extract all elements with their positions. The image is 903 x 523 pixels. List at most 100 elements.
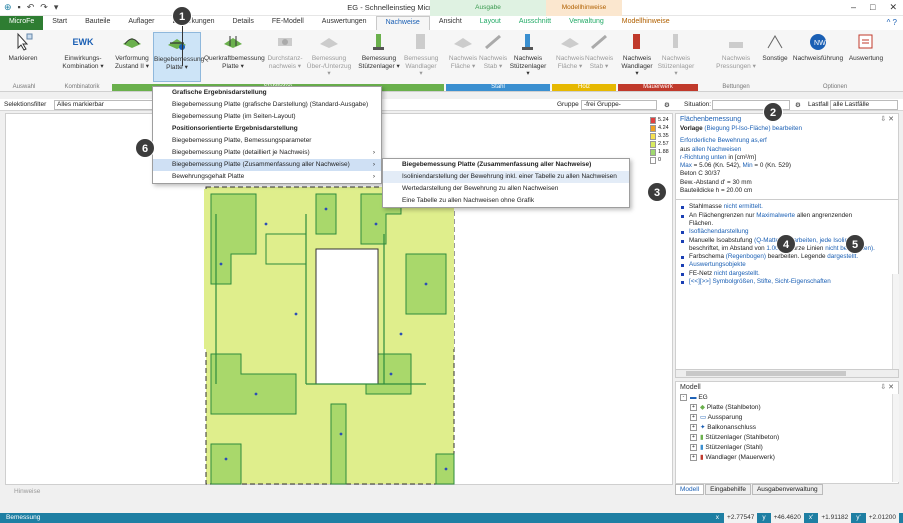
menu-item-standard-ausgabe[interactable]: Biegebemessung Platte (grafische Darstel… <box>153 99 381 111</box>
bemessung-stuetzenlager-button[interactable]: Bemessung Stützenlager ▾ <box>356 32 402 82</box>
group-optionen: Optionen <box>822 84 848 90</box>
legend-swatch <box>650 148 656 156</box>
tree-item[interactable]: + ▮ Stützenlager (Stahl) <box>680 443 898 453</box>
group-bettungen: Bettungen <box>722 84 750 90</box>
submenu-item-tabelle[interactable]: Eine Tabelle zu allen Nachweisen ohne Gr… <box>383 195 629 207</box>
vorlage-link[interactable]: (Biegung Pl-Iso-Fläche) bearbeiten <box>704 125 802 132</box>
nachweisfuehrung-button[interactable]: NW Nachweisführung <box>792 32 844 82</box>
help-icon[interactable]: ^ ? <box>887 18 897 27</box>
richtung-link[interactable]: r-Richtung unten <box>680 154 727 161</box>
tree-root[interactable]: - ▬ EG <box>680 393 898 403</box>
legend-swatch <box>650 124 656 132</box>
nachweis-pressungen-button[interactable]: Nachweis Pressungen ▾ <box>716 32 756 82</box>
horizontal-scrollbar[interactable] <box>675 369 899 378</box>
tab-details[interactable]: Details <box>223 16 262 30</box>
ribbon-tab-bar: MicroFe Start Bauteile Auflager Einwirku… <box>0 16 903 30</box>
bemessung-ueberzug-button[interactable]: Bemessung Über-/Unterzug ▾ <box>305 32 353 82</box>
legend-swatch <box>650 140 656 148</box>
callout-badge-6: 6 <box>135 138 155 158</box>
tree-item[interactable]: + ▮ Stützenlager (Stahlbeton) <box>680 433 898 443</box>
querkraftbemessung-button[interactable]: Querkraftbemessung Platte ▾ <box>204 32 265 82</box>
svg-text:NW: NW <box>814 40 826 47</box>
tab-verwaltung[interactable]: Verwaltung <box>560 16 613 30</box>
nachweis-stuetzenlager-mauerwerk-button[interactable]: Nachweis Stützenlager ▾ <box>656 32 696 82</box>
tree-item[interactable]: + ✦ Balkonanschluss <box>680 423 898 433</box>
menu-item-bewehrungsgehalt[interactable]: Bewehrungsgehalt Platte › <box>153 171 381 183</box>
legend-swatch <box>650 116 656 124</box>
auswertung-button[interactable]: Auswertung <box>846 32 886 82</box>
pin-close-icon[interactable]: ⇩ ✕ <box>880 115 894 123</box>
tab-nachweise[interactable]: Nachweise <box>375 16 430 30</box>
submenu-item-wertedarstellung[interactable]: Werte­darstellung der Bewehrung zu allen… <box>383 183 629 195</box>
einwirkungs-kombination-button[interactable]: EWK Einwirkungs- Kombination ▾ <box>58 32 108 82</box>
modell-panel: Modell ⇩ ✕ - ▬ EG + ◆ Platte (Stahlbeton) +… <box>675 381 899 484</box>
gruppe-label: Gruppe <box>557 101 579 108</box>
verformung-icon <box>123 38 141 48</box>
durchstanznachweis-button[interactable]: Durchstanz-nachweis ▾ <box>266 32 304 82</box>
menu-item-bemessungsparameter[interactable]: Biegebemessung Platte, Bemessungsparamet… <box>153 135 381 147</box>
selektionsfilter-select[interactable]: Alles markierbar <box>54 100 154 110</box>
tab-auflager[interactable]: Auflager <box>119 16 163 30</box>
tree-item[interactable]: + ◆ Platte (Stahlbeton) <box>680 403 898 413</box>
nachweis-flaeche-holz-button[interactable]: Nachweis Fläche ▾ <box>556 32 584 82</box>
tab-bauteile[interactable]: Bauteile <box>76 16 119 30</box>
group-stahl: Stahl <box>446 84 550 91</box>
lastfall-select[interactable]: alle Lastfälle <box>830 100 898 110</box>
tree-item[interactable]: + ▭ Aussparung <box>680 413 898 423</box>
flaeche-icon <box>454 38 472 48</box>
callout-badge-4: 4 <box>776 234 796 254</box>
tab-modell[interactable]: Modell <box>675 484 705 495</box>
callout-badge-3: 3 <box>647 182 667 202</box>
group-mauerwerk: Mauerwerk <box>618 84 698 91</box>
bemessung-wandlager-button[interactable]: Bemessung Wandlager ▾ <box>404 32 438 82</box>
tab-ausschnitt[interactable]: Ausschnitt <box>510 16 560 30</box>
tab-modellhinweise[interactable]: Modellhinweise <box>613 16 679 30</box>
tree-item[interactable]: + ▮ Wandlager (Mauerwerk) <box>680 453 898 463</box>
nachweis-wandlager-mauerwerk-button[interactable]: Nachweis Wandlager ▾ <box>620 32 654 82</box>
maximize-button[interactable]: □ <box>870 2 875 13</box>
legend-swatch <box>650 156 656 164</box>
tab-ansicht[interactable]: Ansicht <box>430 16 471 30</box>
color-legend: 5.24 4.24 3.35 2.57 1.88 0 <box>650 116 672 164</box>
modell-pin-close-icon[interactable]: ⇩ ✕ <box>880 383 894 391</box>
callout-badge-2: 2 <box>763 102 783 122</box>
gear-icon[interactable]: ⚙ <box>664 101 670 109</box>
nachweis-stuetzenlager-stahl-button[interactable]: Nachweis Stützenlager ▾ <box>508 32 548 82</box>
biegebemessung-icon <box>168 39 186 50</box>
stuetzenlager-stahl-icon: ▮ <box>700 444 704 451</box>
menu-item-zusammenfassung[interactable]: Biegebemessung Platte (Zusammenfassung a… <box>153 159 381 171</box>
panel-scrollbar[interactable] <box>892 274 899 378</box>
markieren-button[interactable]: Markieren <box>4 32 42 82</box>
hinweise-tab[interactable]: Hinweise <box>14 488 40 495</box>
tab-eingabehilfe[interactable]: Eingabehilfe <box>705 484 751 495</box>
lastfall-gear-icon[interactable]: ⚙ <box>795 101 801 109</box>
nachweis-stab-holz-button[interactable]: Nachweis Stab ▾ <box>585 32 613 82</box>
sonstige-button[interactable]: Sonstige <box>760 32 790 82</box>
stuetze-mauerwerk-icon <box>673 34 678 48</box>
gruppe-select[interactable]: -frei Gruppe- <box>581 100 657 110</box>
nachweisfuehrung-icon: NW <box>810 34 826 50</box>
verformung-button[interactable]: Verformung Zustand II ▾ <box>112 32 152 82</box>
lastfall-label: Lastfall <box>808 101 829 108</box>
nachweis-stab-stahl-button[interactable]: Nachweis Stab ▾ <box>479 32 507 82</box>
tab-start[interactable]: Start <box>43 16 76 30</box>
tab-ausgabenverwaltung[interactable]: Ausgabenverwaltung <box>751 484 823 495</box>
tab-microfe[interactable]: MicroFe <box>0 16 44 30</box>
nachweis-flaeche-stahl-button[interactable]: Nachweis Fläche ▾ <box>448 32 478 82</box>
modell-scrollbar[interactable] <box>892 394 899 482</box>
tab-fe-modell[interactable]: FE-Modell <box>263 16 313 30</box>
coordinate-readout: x +2.77547 y +46.4620 x' +1.91182 y' +2.0120… <box>712 513 899 523</box>
biegebemessung-platte-button[interactable]: Biegebemessung Platte ▾ <box>153 32 204 82</box>
tab-layout[interactable]: Layout <box>471 16 510 30</box>
close-button[interactable]: ✕ <box>889 2 897 13</box>
menu-item-detailliert[interactable]: Biegebemessung Platte (detailliert je Na… <box>153 147 381 159</box>
group-kombinatorik: Kombinatorik <box>64 84 100 90</box>
window-controls: – □ ✕ <box>851 2 897 13</box>
nachweise-link[interactable]: allen Nachweisen <box>692 146 741 153</box>
minimize-button[interactable]: – <box>851 2 856 13</box>
menu-item-seiten-layout[interactable]: Biegebemessung Platte (im Seiten-Layout) <box>153 111 381 123</box>
tab-auswertungen[interactable]: Auswertungen <box>313 16 376 30</box>
bewehrung-link[interactable]: Erforderliche Bewehrung as,erf <box>680 137 767 144</box>
auswertung-icon <box>858 34 873 49</box>
submenu-item-isoliniendarstellung[interactable]: Isolinien­darstellung der Bewehrung inkl… <box>383 171 629 183</box>
